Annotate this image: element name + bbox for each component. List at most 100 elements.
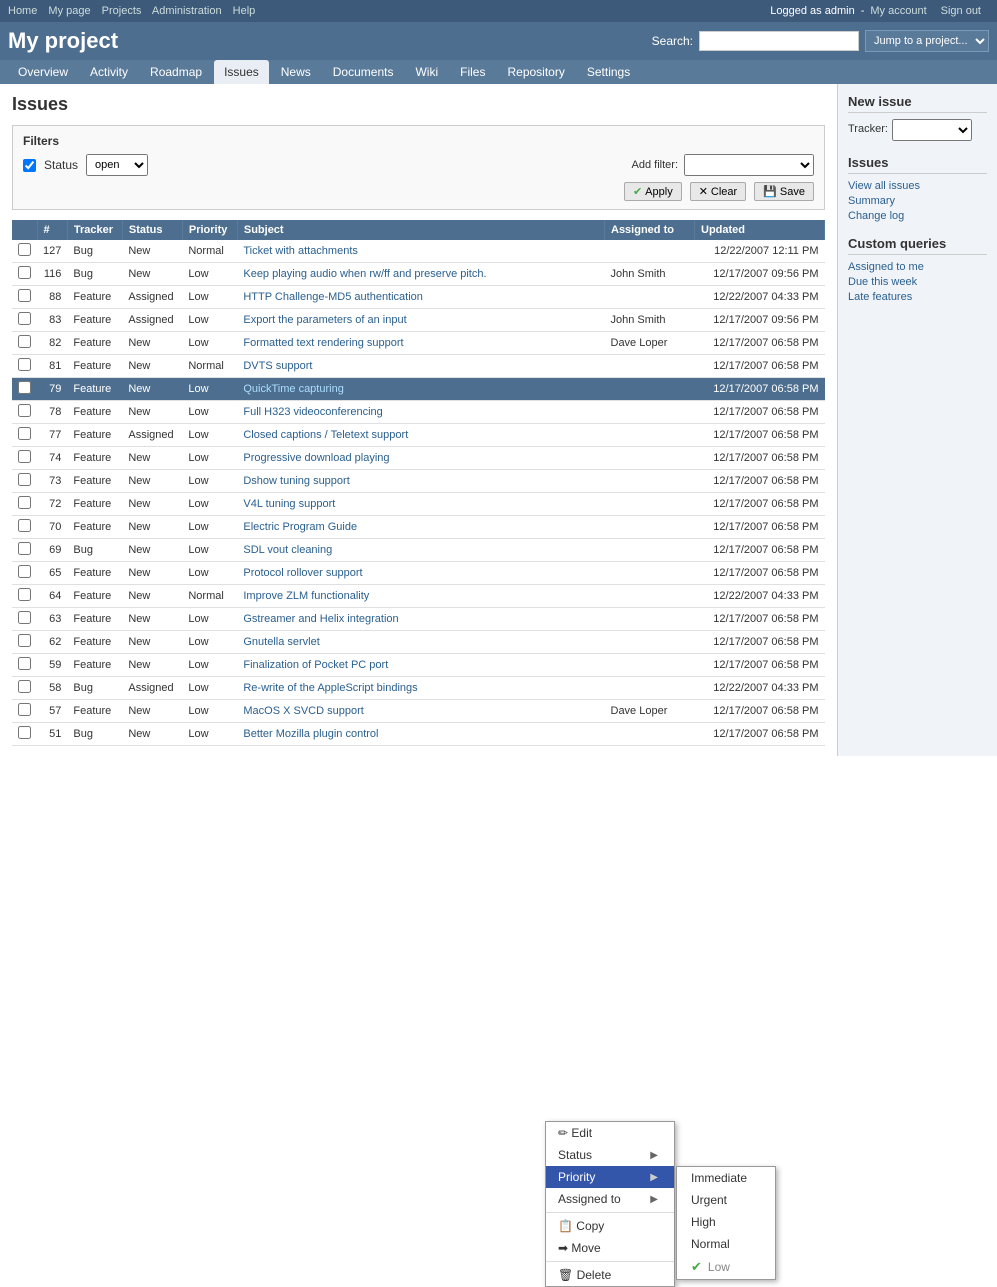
tab-roadmap[interactable]: Roadmap [140,60,212,84]
table-row[interactable]: 78 Feature New Low Full H323 videoconfer… [12,401,825,424]
late-features-link[interactable]: Late features [848,291,987,303]
context-delete[interactable]: 🗑 Delete [546,1264,674,1286]
table-row[interactable]: 59 Feature New Low Finalization of Pocke… [12,654,825,677]
status-filter-select[interactable]: open closed any [86,154,148,176]
col-assigned-header[interactable]: Assigned to [605,220,695,240]
clear-button[interactable]: ✕ Clear [690,182,747,201]
row-checkbox[interactable] [18,289,31,302]
row-check-cell [12,516,37,539]
nav-home[interactable]: Home [8,5,37,17]
col-priority-header[interactable]: Priority [182,220,237,240]
table-row[interactable]: 79 Feature New Low QuickTime capturing 1… [12,378,825,401]
tab-issues[interactable]: Issues [214,60,269,84]
table-row[interactable]: 82 Feature New Low Formatted text render… [12,332,825,355]
add-filter-select[interactable] [684,154,814,176]
tracker-select[interactable]: Bug Feature Support [892,119,972,141]
row-checkbox[interactable] [18,542,31,555]
tab-documents[interactable]: Documents [323,60,404,84]
row-checkbox[interactable] [18,726,31,739]
apply-button[interactable]: ✔ Apply [624,182,682,201]
change-log-link[interactable]: Change log [848,210,987,222]
context-copy[interactable]: 📋 Copy [546,1215,674,1237]
nav-administration[interactable]: Administration [152,5,222,17]
col-id-header[interactable]: # [37,220,67,240]
nav-help[interactable]: Help [233,5,256,17]
col-updated-header[interactable]: Updated [695,220,825,240]
table-row[interactable]: 65 Feature New Low Protocol rollover sup… [12,562,825,585]
context-move[interactable]: ➡ Move [546,1237,674,1259]
priority-immediate[interactable]: Immediate [677,1167,775,1189]
table-row[interactable]: 83 Feature Assigned Low Export the param… [12,309,825,332]
row-checkbox[interactable] [18,519,31,532]
row-checkbox[interactable] [18,680,31,693]
sign-out-link[interactable]: Sign out [941,5,981,17]
context-status[interactable]: Status ▶ [546,1144,674,1166]
tab-settings[interactable]: Settings [577,60,640,84]
tab-news[interactable]: News [271,60,321,84]
table-row[interactable]: 64 Feature New Normal Improve ZLM functi… [12,585,825,608]
row-checkbox[interactable] [18,611,31,624]
row-checkbox[interactable] [18,634,31,647]
row-checkbox[interactable] [18,427,31,440]
priority-low[interactable]: ✔ Low [677,1255,775,1279]
search-input[interactable] [699,31,859,51]
row-checkbox[interactable] [18,404,31,417]
context-edit[interactable]: ✏ Edit [546,1122,674,1144]
row-checkbox[interactable] [18,588,31,601]
row-checkbox[interactable] [18,450,31,463]
row-checkbox[interactable] [18,565,31,578]
table-row[interactable]: 116 Bug New Low Keep playing audio when … [12,263,825,286]
row-checkbox[interactable] [18,496,31,509]
table-row[interactable]: 62 Feature New Low Gnutella servlet 12/1… [12,631,825,654]
table-row[interactable]: 51 Bug New Low Better Mozilla plugin con… [12,723,825,746]
table-row[interactable]: 81 Feature New Normal DVTS support 12/17… [12,355,825,378]
tab-repository[interactable]: Repository [497,60,574,84]
row-checkbox[interactable] [18,381,31,394]
row-checkbox[interactable] [18,703,31,716]
row-priority: Low [182,654,237,677]
assigned-to-me-link[interactable]: Assigned to me [848,261,987,273]
table-row[interactable]: 88 Feature Assigned Low HTTP Challenge-M… [12,286,825,309]
summary-link[interactable]: Summary [848,195,987,207]
priority-normal[interactable]: Normal [677,1233,775,1255]
view-all-issues-link[interactable]: View all issues [848,180,987,192]
row-subject: Progressive download playing [237,447,604,470]
row-checkbox[interactable] [18,243,31,256]
table-row[interactable]: 58 Bug Assigned Low Re-write of the Appl… [12,677,825,700]
table-row[interactable]: 127 Bug New Normal Ticket with attachmen… [12,240,825,263]
row-checkbox[interactable] [18,312,31,325]
tab-overview[interactable]: Overview [8,60,78,84]
status-filter-checkbox[interactable] [23,159,36,172]
col-status-header[interactable]: Status [122,220,182,240]
tab-wiki[interactable]: Wiki [405,60,448,84]
table-row[interactable]: 69 Bug New Low SDL vout cleaning 12/17/2… [12,539,825,562]
col-tracker-header[interactable]: Tracker [67,220,122,240]
jump-to-project-select[interactable]: Jump to a project... [865,30,989,52]
nav-projects[interactable]: Projects [102,5,142,17]
col-subject-header[interactable]: Subject [237,220,604,240]
context-priority[interactable]: Priority ▶ [546,1166,674,1188]
table-row[interactable]: 77 Feature Assigned Low Closed captions … [12,424,825,447]
table-row[interactable]: 70 Feature New Low Electric Program Guid… [12,516,825,539]
row-updated: 12/17/2007 06:58 PM [695,631,825,654]
row-checkbox[interactable] [18,266,31,279]
table-row[interactable]: 57 Feature New Low MacOS X SVCD support … [12,700,825,723]
custom-queries-section: Custom queries Assigned to me Due this w… [848,236,987,303]
table-row[interactable]: 72 Feature New Low V4L tuning support 12… [12,493,825,516]
row-checkbox[interactable] [18,657,31,670]
row-checkbox[interactable] [18,358,31,371]
table-row[interactable]: 73 Feature New Low Dshow tuning support … [12,470,825,493]
save-button[interactable]: 💾 Save [754,182,814,201]
priority-high[interactable]: High [677,1211,775,1233]
nav-mypage[interactable]: My page [48,5,90,17]
row-checkbox[interactable] [18,473,31,486]
table-row[interactable]: 63 Feature New Low Gstreamer and Helix i… [12,608,825,631]
tab-files[interactable]: Files [450,60,495,84]
row-checkbox[interactable] [18,335,31,348]
due-this-week-link[interactable]: Due this week [848,276,987,288]
context-assigned-to[interactable]: Assigned to ▶ [546,1188,674,1210]
table-row[interactable]: 74 Feature New Low Progressive download … [12,447,825,470]
tab-activity[interactable]: Activity [80,60,138,84]
my-account-link[interactable]: My account [870,5,926,17]
priority-urgent[interactable]: Urgent [677,1189,775,1211]
